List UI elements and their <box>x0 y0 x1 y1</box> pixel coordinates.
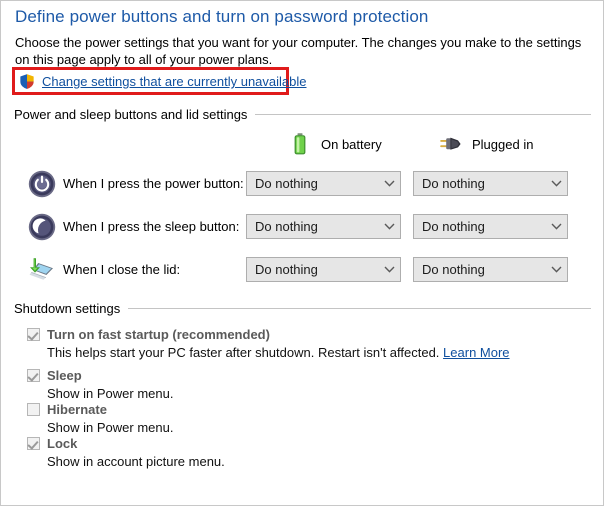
chevron-down-icon <box>545 258 567 281</box>
hibernate-label: Hibernate <box>47 402 107 417</box>
chevron-down-icon <box>545 172 567 195</box>
setting-row-close-lid-label: When I close the lid: <box>63 262 181 277</box>
shutdown-option-sleep: Sleep Show in Power menu. <box>27 367 173 401</box>
chevron-down-icon <box>378 172 400 195</box>
close-lid-plugged-in-dropdown[interactable]: Do nothing <box>413 257 568 282</box>
power-button-plugged-in-dropdown[interactable]: Do nothing <box>413 171 568 196</box>
sleep-button-on-battery-dropdown[interactable]: Do nothing <box>246 214 401 239</box>
close-lid-on-battery-dropdown[interactable]: Do nothing <box>246 257 401 282</box>
power-options-page: Define power buttons and turn on passwor… <box>0 0 604 506</box>
divider <box>128 308 591 309</box>
setting-row-sleep-button-label: When I press the sleep button: <box>63 219 240 234</box>
chevron-down-icon <box>378 215 400 238</box>
shutdown-option-hibernate: Hibernate Show in Power menu. <box>27 401 173 435</box>
lock-description: Show in account picture menu. <box>47 454 225 469</box>
sleep-button-plugged-in-value: Do nothing <box>422 219 485 234</box>
power-button-on-battery-dropdown[interactable]: Do nothing <box>246 171 401 196</box>
page-description: Choose the power settings that you want … <box>15 35 582 67</box>
column-header-on-battery-label: On battery <box>321 136 382 152</box>
group-header-power-sleep: Power and sleep buttons and lid settings <box>14 107 591 122</box>
hibernate-checkbox[interactable] <box>27 403 40 416</box>
lock-checkbox[interactable] <box>27 437 40 450</box>
close-lid-plugged-in-value: Do nothing <box>422 262 485 277</box>
lock-label: Lock <box>47 436 78 451</box>
sleep-button-icon <box>28 213 56 241</box>
close-lid-on-battery-value: Do nothing <box>255 262 318 277</box>
laptop-lid-icon <box>29 258 53 280</box>
setting-row-close-lid: When I close the lid: Do nothing Do noth… <box>1 255 603 285</box>
group-header-shutdown: Shutdown settings <box>14 301 591 316</box>
change-settings-link[interactable]: Change settings that are currently unava… <box>42 74 307 89</box>
power-button-icon <box>28 170 56 198</box>
fast-startup-label: Turn on fast startup (recommended) <box>47 327 270 342</box>
sleep-description: Show in Power menu. <box>47 386 174 401</box>
uac-shield-icon <box>19 73 35 90</box>
shutdown-option-lock: Lock Show in account picture menu. <box>27 435 225 469</box>
group-header-power-sleep-label: Power and sleep buttons and lid settings <box>14 107 248 122</box>
sleep-button-plugged-in-dropdown[interactable]: Do nothing <box>413 214 568 239</box>
column-header-plugged-in: Plugged in <box>438 131 533 157</box>
power-plug-icon <box>440 137 461 150</box>
column-header-plugged-in-label: Plugged in <box>472 136 534 152</box>
sleep-checkbox[interactable] <box>27 369 40 382</box>
setting-row-power-button: When I press the power button: Do nothin… <box>1 169 603 199</box>
chevron-down-icon <box>545 215 567 238</box>
divider <box>255 114 591 115</box>
chevron-down-icon <box>378 258 400 281</box>
fast-startup-description: This helps start your PC faster after sh… <box>47 345 510 360</box>
hibernate-description: Show in Power menu. <box>47 420 174 435</box>
power-button-on-battery-value: Do nothing <box>255 176 318 191</box>
battery-icon <box>294 133 306 155</box>
page-title: Define power buttons and turn on passwor… <box>15 7 429 26</box>
shutdown-option-fast-startup: Turn on fast startup (recommended) This … <box>27 326 510 360</box>
sleep-label: Sleep <box>47 368 82 383</box>
change-settings-link-row[interactable]: Change settings that are currently unava… <box>19 73 307 90</box>
setting-row-power-button-label: When I press the power button: <box>63 176 244 191</box>
power-button-plugged-in-value: Do nothing <box>422 176 485 191</box>
sleep-button-on-battery-value: Do nothing <box>255 219 318 234</box>
learn-more-link[interactable]: Learn More <box>443 345 509 360</box>
fast-startup-checkbox[interactable] <box>27 328 40 341</box>
column-header-on-battery: On battery <box>287 131 382 157</box>
group-header-shutdown-label: Shutdown settings <box>14 301 121 316</box>
fast-startup-description-text: This helps start your PC faster after sh… <box>47 345 440 360</box>
setting-row-sleep-button: When I press the sleep button: Do nothin… <box>1 212 603 242</box>
